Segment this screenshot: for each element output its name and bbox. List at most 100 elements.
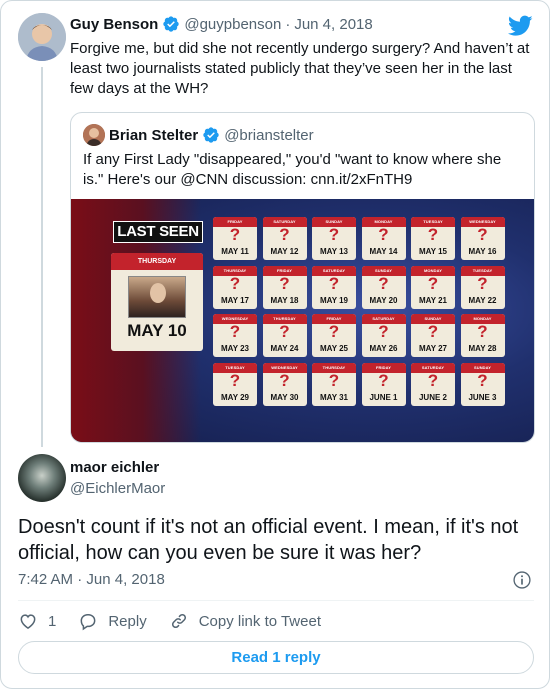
heart-icon	[20, 614, 36, 629]
reply-button[interactable]: Reply	[78, 611, 147, 631]
last-seen-calendar: THURSDAY MAY 10	[111, 253, 203, 351]
verified-badge-icon	[203, 127, 219, 143]
calendar-date: MAY 26	[369, 344, 398, 353]
calendar-date: MAY 12	[270, 247, 299, 256]
question-mark: ?	[279, 370, 290, 390]
big-calendar-day: THURSDAY	[111, 253, 203, 270]
like-count: 1	[48, 612, 57, 630]
question-mark: ?	[477, 225, 488, 244]
reply-author-name[interactable]: maor eichler	[70, 459, 159, 476]
divider	[18, 600, 534, 601]
tweet-text: Forgive me, but did she not recently und…	[70, 40, 530, 97]
calendar-date: JUNE 3	[468, 392, 497, 402]
tweet-actions: 1 Reply Copy link to Tweet	[18, 610, 343, 632]
question-mark: ?	[328, 370, 340, 390]
thread-connector-line	[41, 67, 43, 447]
calendar-date: MAY 18	[270, 295, 299, 305]
question-mark: ?	[477, 273, 488, 293]
calendar-date: MAY 13	[319, 247, 349, 256]
question-mark: ?	[229, 273, 241, 293]
calendar-date: MAY 22	[468, 295, 497, 305]
calendar-day-card: THURSDAY? MAY 24	[262, 314, 307, 357]
calendar-date: MAY 21	[418, 295, 448, 305]
reply-date[interactable]: Jun 4, 2018	[86, 571, 164, 588]
calendar-day-card: FRIDAY? JUNE 1	[361, 362, 406, 406]
question-mark: ?	[229, 322, 241, 341]
author-handle[interactable]: @guypbenson	[184, 16, 281, 33]
calendar-date: MAY 28	[468, 344, 497, 353]
big-calendar-date: MAY 10	[127, 321, 187, 340]
question-mark: ?	[229, 370, 241, 390]
quote-author-row: Brian Stelter @brianstelter	[109, 126, 314, 144]
reply-label: Reply	[108, 612, 147, 630]
calendar-date: MAY 25	[319, 344, 349, 353]
twitter-bird-icon[interactable]	[508, 15, 533, 37]
calendar-date: JUNE 2	[418, 392, 447, 402]
calendar-day-card: MONDAY? MAY 21	[411, 265, 455, 309]
calendar-date: MAY 11	[221, 247, 249, 256]
calendar-day-card: SATURDAY? MAY 12	[262, 217, 307, 260]
calendar-day-card: MONDAY? MAY 28	[460, 314, 505, 357]
calendar-day-card: TUESDAY? MAY 15	[411, 217, 455, 260]
reply-timestamp[interactable]: 7:42 AM · Jun 4, 2018	[18, 571, 165, 588]
calendar-date: MAY 20	[369, 295, 398, 305]
separator-dot: ·	[77, 571, 83, 588]
calendar-day-card: THURSDAY? MAY 31	[312, 362, 356, 406]
avatar[interactable]	[83, 124, 105, 146]
calendar-day-card: FRIDAY? MAY 11	[213, 217, 257, 260]
calendar-day-card: THURSDAY? MAY 17	[213, 265, 257, 309]
question-mark: ?	[328, 273, 340, 293]
calendar-day-card: MONDAY? MAY 14	[361, 217, 406, 260]
calendar-date: MAY 16	[468, 247, 497, 256]
question-mark: ?	[328, 322, 340, 341]
calendar-date: MAY 23	[220, 344, 250, 353]
calendar-date: MAY 17	[220, 295, 250, 305]
question-mark: ?	[279, 225, 290, 244]
calendar-day-card: TUESDAY? MAY 29	[213, 362, 257, 406]
calendar-day-card: SUNDAY? JUNE 3	[460, 362, 505, 406]
link-icon	[171, 613, 186, 629]
quote-author-name[interactable]: Brian Stelter	[109, 127, 198, 144]
calendar-date: MAY 27	[418, 344, 448, 353]
calendar-day-card: SUNDAY? MAY 13	[312, 217, 356, 260]
question-mark: ?	[477, 322, 488, 341]
quoted-tweet[interactable]: Brian Stelter @brianstelter If any First…	[70, 112, 535, 443]
question-mark: ?	[427, 370, 439, 390]
calendar-day-card: FRIDAY? MAY 25	[312, 314, 356, 357]
question-mark: ?	[477, 370, 488, 390]
calendar-day-card: FRIDAY? MAY 18	[262, 265, 307, 309]
avatar[interactable]	[18, 13, 66, 61]
calendar-day-card: SATURDAY? MAY 19	[312, 265, 356, 309]
calendar-date: MAY 19	[319, 295, 349, 305]
question-mark: ?	[378, 273, 389, 293]
tweet-date[interactable]: Jun 4, 2018	[294, 16, 372, 33]
separator-dot: ·	[285, 15, 291, 33]
quote-media-image[interactable]: LAST SEEN THURSDAY MAY 10 FRIDAY? MAY 11 S…	[71, 199, 534, 442]
like-button[interactable]: 1	[18, 611, 56, 631]
last-seen-banner: LAST SEEN	[113, 221, 203, 243]
calendar-day-card: SATURDAY? JUNE 2	[411, 362, 455, 406]
avatar[interactable]	[18, 454, 66, 502]
tweet-embed-card: Guy Benson @guypbenson · Jun 4, 2018 For…	[0, 0, 550, 689]
question-mark: ?	[427, 225, 439, 244]
quote-text: If any First Lady "disappeared," you'd "…	[83, 151, 502, 188]
calendar-date: MAY 29	[220, 392, 250, 402]
info-icon[interactable]	[512, 570, 532, 590]
question-mark: ?	[378, 322, 389, 341]
copy-link-button[interactable]: Copy link to Tweet	[169, 611, 321, 631]
copy-link-label: Copy link to Tweet	[198, 612, 321, 630]
author-name[interactable]: Guy Benson	[70, 16, 158, 33]
calendar-date: MAY 24	[270, 344, 299, 353]
calendar-date: MAY 30	[270, 392, 299, 402]
calendar-day-card: TUESDAY? MAY 22	[460, 265, 505, 309]
read-replies-button[interactable]: Read 1 reply	[18, 641, 534, 674]
calendar-day-card: WEDNESDAY? MAY 30	[262, 362, 307, 406]
reply-time[interactable]: 7:42 AM	[18, 571, 73, 588]
quote-author-handle[interactable]: @brianstelter	[224, 127, 313, 144]
speech-bubble-icon	[80, 614, 96, 631]
portrait-photo	[128, 276, 186, 318]
calendar-date: MAY 31	[319, 392, 349, 402]
calendar-date: JUNE 1	[369, 392, 398, 402]
reply-author-handle[interactable]: @EichlerMaor	[70, 480, 165, 497]
calendar-day-card: SUNDAY? MAY 20	[361, 265, 406, 309]
